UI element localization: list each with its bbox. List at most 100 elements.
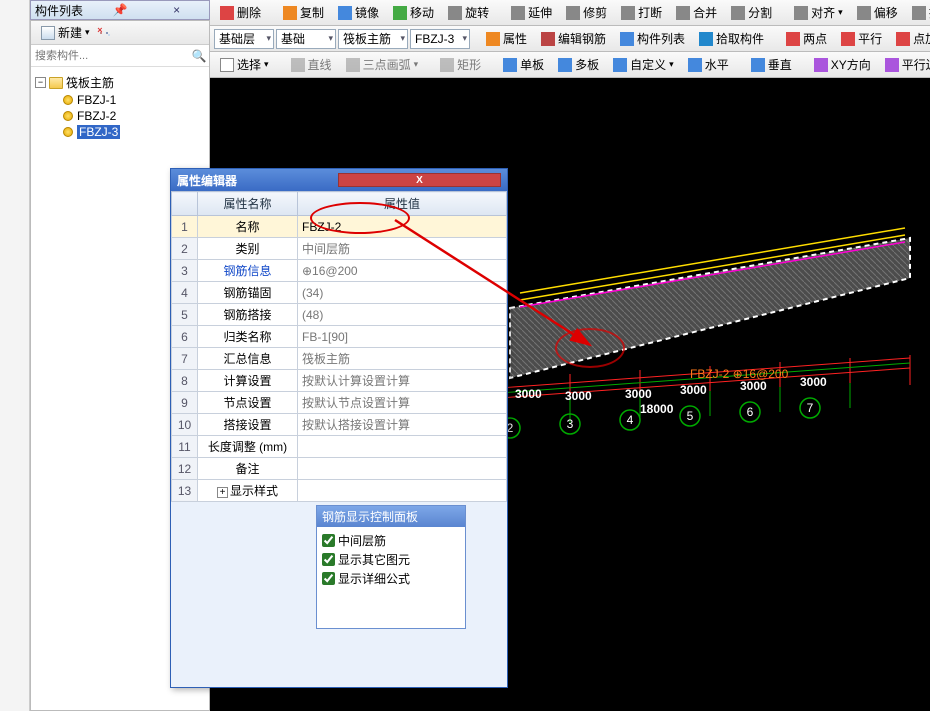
combo-value: 筏板主筋 <box>343 30 391 47</box>
property-row[interactable]: 7 汇总信息 筏板主筋 <box>172 348 507 370</box>
tree-item-label: FBZJ-2 <box>77 109 116 123</box>
prop-value[interactable]: 中间层筋 <box>298 238 507 260</box>
dialog-close-icon[interactable]: X <box>338 173 501 187</box>
row-number: 11 <box>172 436 198 458</box>
prop-value[interactable] <box>298 458 507 480</box>
prop-value[interactable]: (48) <box>298 304 507 326</box>
property-row[interactable]: 9 节点设置 按默认节点设置计算 <box>172 392 507 414</box>
copy-icon[interactable] <box>106 32 108 34</box>
edit-rebar-button[interactable]: 编辑钢筋 <box>535 27 612 50</box>
stretch-button[interactable]: 拉伸 <box>906 1 930 24</box>
checkbox[interactable] <box>322 572 335 585</box>
two-point-button[interactable]: 两点 <box>780 27 833 50</box>
offset-button[interactable]: 偏移 <box>851 1 904 24</box>
properties-button[interactable]: 属性 <box>480 27 533 50</box>
category-combo[interactable]: 基础 <box>276 29 336 49</box>
trim-icon <box>566 6 580 20</box>
property-row[interactable]: 13 +显示样式 <box>172 480 507 502</box>
property-row[interactable]: 4 钢筋锚固 (34) <box>172 282 507 304</box>
move-button[interactable]: 移动 <box>387 1 440 24</box>
custom-button[interactable]: 自定义▾ <box>607 53 680 76</box>
prop-value[interactable] <box>298 436 507 458</box>
prop-value[interactable]: ⊕16@200 <box>298 260 507 282</box>
subcategory-combo[interactable]: 筏板主筋 <box>338 29 408 49</box>
select-button[interactable]: 选择▾ <box>214 53 275 76</box>
delete-icon <box>220 6 234 20</box>
dialog-titlebar[interactable]: 属性编辑器 X <box>171 169 507 191</box>
extend-icon <box>511 6 525 20</box>
prop-value[interactable]: FBZJ-2 <box>298 216 507 238</box>
property-row[interactable]: 2 类别 中间层筋 <box>172 238 507 260</box>
rebar-display-item[interactable]: 显示详细公式 <box>322 569 460 588</box>
vertical-button[interactable]: 垂直 <box>745 53 798 76</box>
merge-button[interactable]: 合并 <box>670 1 723 24</box>
parallel-edge-button[interactable]: 平行边 <box>879 53 930 76</box>
parallel-button[interactable]: 平行 <box>835 27 888 50</box>
rebar-display-item[interactable]: 中间层筋 <box>322 531 460 550</box>
pick-component-button[interactable]: 拾取构件 <box>693 27 770 50</box>
prop-value[interactable]: 按默认搭接设置计算 <box>298 414 507 436</box>
line-button[interactable]: 直线 <box>285 53 338 76</box>
search-input[interactable] <box>31 48 189 64</box>
close-doc-icon[interactable]: × <box>100 32 102 34</box>
component-list-button[interactable]: 构件列表 <box>614 27 691 50</box>
prop-value[interactable] <box>298 480 507 502</box>
prop-value[interactable]: (34) <box>298 282 507 304</box>
mirror-button[interactable]: 镜像 <box>332 1 385 24</box>
delete-button[interactable]: 删除 <box>214 1 267 24</box>
prop-name: 长度调整 (mm) <box>198 436 298 458</box>
new-button[interactable]: 新建 ▾ <box>35 21 96 44</box>
label: 拾取构件 <box>716 30 764 47</box>
search-icon[interactable]: 🔍 <box>189 49 209 63</box>
property-row[interactable]: 5 钢筋搭接 (48) <box>172 304 507 326</box>
rotate-button[interactable]: 旋转 <box>442 1 495 24</box>
prop-value[interactable]: 按默认节点设置计算 <box>298 392 507 414</box>
property-row[interactable]: 8 计算设置 按默认计算设置计算 <box>172 370 507 392</box>
break-button[interactable]: 打断 <box>615 1 668 24</box>
prop-value[interactable]: 按默认计算设置计算 <box>298 370 507 392</box>
prop-name: 类别 <box>198 238 298 260</box>
horizontal-button[interactable]: 水平 <box>682 53 735 76</box>
label: 选择 <box>237 56 261 73</box>
prop-value[interactable]: 筏板主筋 <box>298 348 507 370</box>
property-row[interactable]: 12 备注 <box>172 458 507 480</box>
tree-item-2[interactable]: FBZJ-2 <box>63 108 205 124</box>
item-icon <box>63 127 73 137</box>
property-row[interactable]: 1 名称 FBZJ-2 <box>172 216 507 238</box>
xy-direction-button[interactable]: XY方向 <box>808 53 877 76</box>
multi-board-button[interactable]: 多板 <box>552 53 605 76</box>
svg-text:6: 6 <box>747 405 754 419</box>
tree-root-node[interactable]: − 筏板主筋 <box>35 73 205 92</box>
property-row[interactable]: 11 长度调整 (mm) <box>172 436 507 458</box>
copy-button[interactable]: 复制 <box>277 1 330 24</box>
tree-item-3[interactable]: FBZJ-3 <box>63 124 205 140</box>
pin-icon[interactable]: 📌 <box>92 3 149 17</box>
layer-combo[interactable]: 基础层 <box>214 29 274 49</box>
extend-button[interactable]: 延伸 <box>505 1 558 24</box>
split-button[interactable]: 分割 <box>725 1 778 24</box>
tree-item-label: FBZJ-1 <box>77 93 116 107</box>
single-board-button[interactable]: 单板 <box>497 53 550 76</box>
label: 水平 <box>705 56 729 73</box>
property-row[interactable]: 10 搭接设置 按默认搭接设置计算 <box>172 414 507 436</box>
property-row[interactable]: 6 归类名称 FB-1[90] <box>172 326 507 348</box>
tree-item-1[interactable]: FBZJ-1 <box>63 92 205 108</box>
checkbox[interactable] <box>322 534 335 547</box>
point-add-button[interactable]: 点加 <box>890 27 930 50</box>
item-combo[interactable]: FBZJ-3 <box>410 29 470 49</box>
label: 平行边 <box>902 56 930 73</box>
row-number: 2 <box>172 238 198 260</box>
prop-value[interactable]: FB-1[90] <box>298 326 507 348</box>
rebar-display-item[interactable]: 显示其它图元 <box>322 550 460 569</box>
checkbox[interactable] <box>322 553 335 566</box>
rect-button[interactable]: 矩形 <box>434 53 487 76</box>
combo-value: FBZJ-3 <box>415 32 454 46</box>
property-row[interactable]: 3 钢筋信息 ⊕16@200 <box>172 260 507 282</box>
horiz-icon <box>688 58 702 72</box>
combo-value: 基础层 <box>219 30 255 47</box>
collapse-icon[interactable]: − <box>35 77 46 88</box>
arc3-button[interactable]: 三点画弧▾ <box>340 53 425 76</box>
trim-button[interactable]: 修剪 <box>560 1 613 24</box>
close-panel-icon[interactable]: × <box>148 3 205 17</box>
align-button[interactable]: 对齐▾ <box>788 1 849 24</box>
